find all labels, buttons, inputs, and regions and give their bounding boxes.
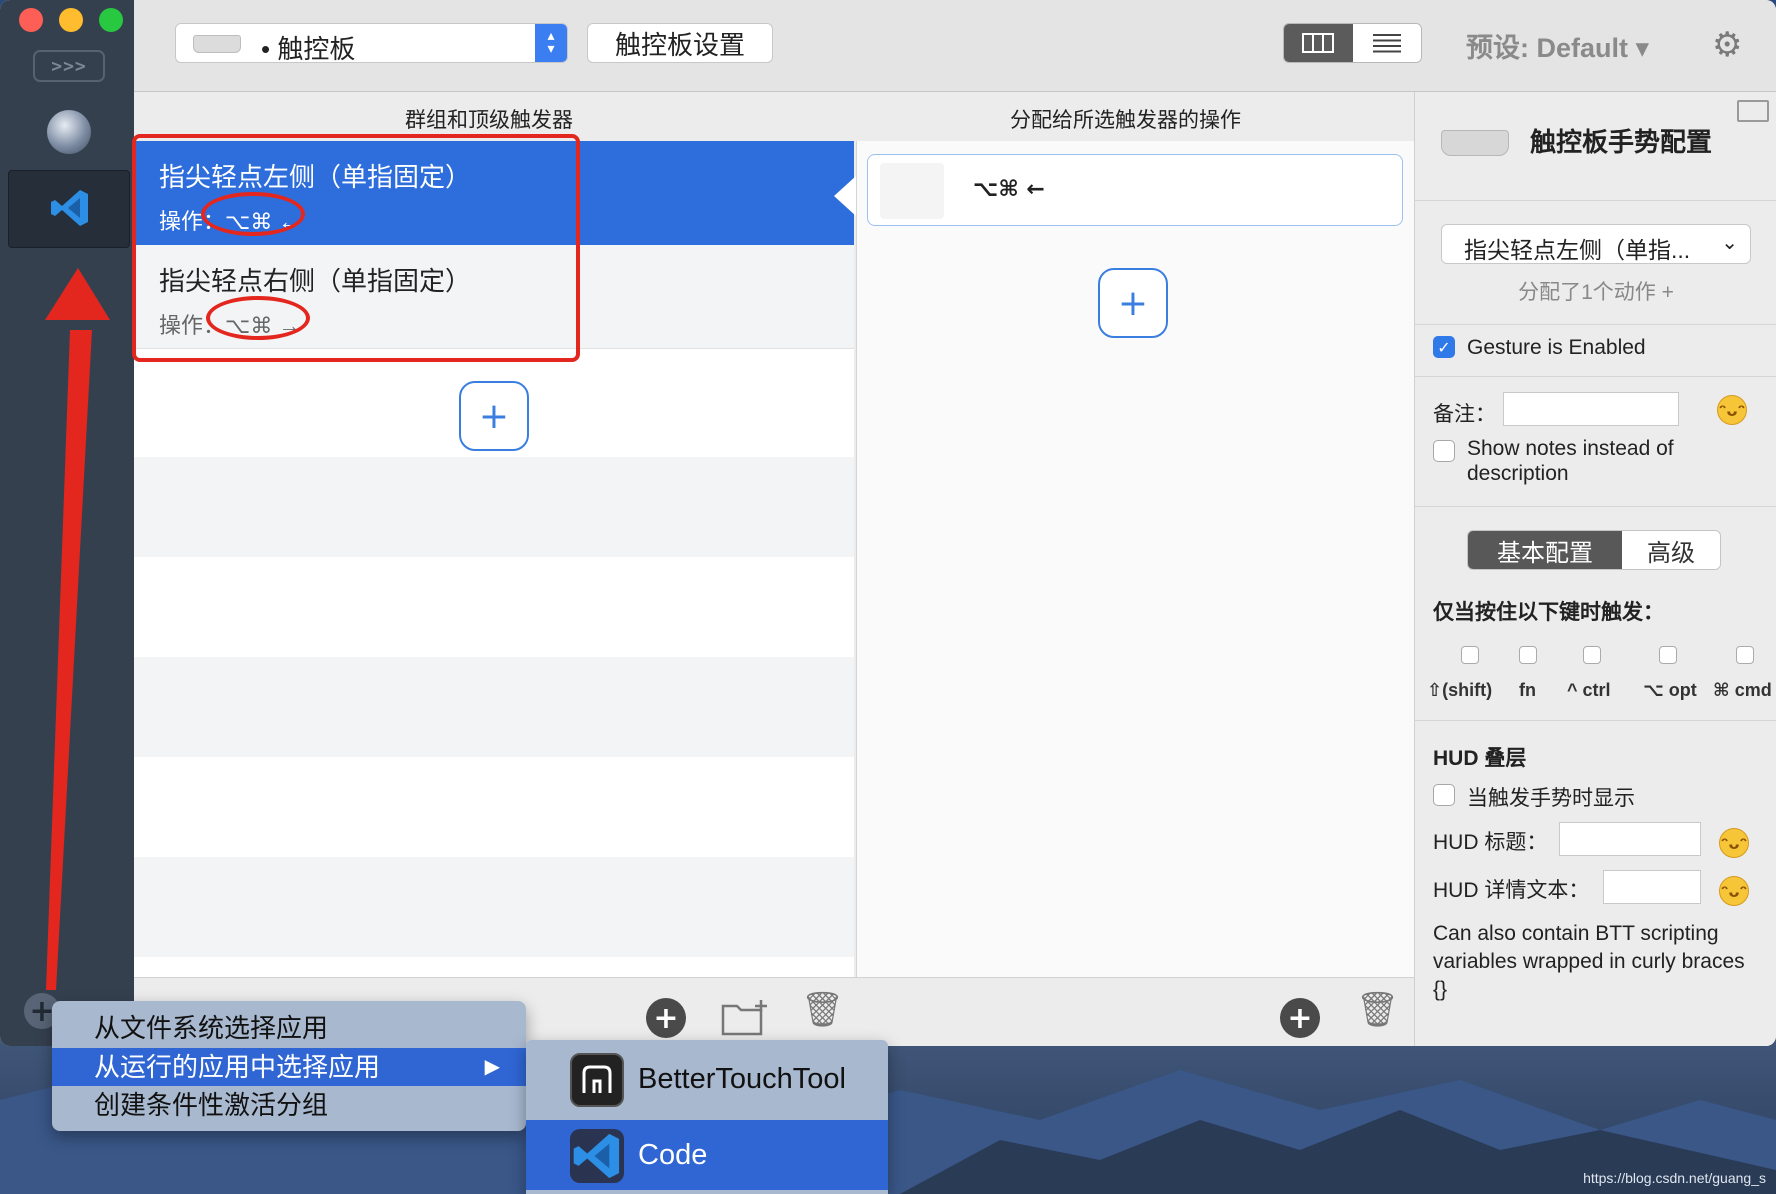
- cmd-label: ⌘ cmd: [1713, 680, 1772, 700]
- show-notes-checkbox[interactable]: [1433, 440, 1455, 462]
- gesture-select-value: 指尖轻点左侧（单指...: [1464, 237, 1691, 263]
- chevron-updown-icon: ▴ ▾: [535, 24, 567, 62]
- trash-icon[interactable]: 🗑: [801, 990, 844, 1030]
- view-mode-toggle[interactable]: [1283, 23, 1422, 63]
- add-action-icon[interactable]: +: [1280, 998, 1320, 1038]
- expand-sidebar-button[interactable]: >>>: [33, 50, 105, 82]
- menu-item-label: 从运行的应用中选择应用: [94, 1052, 381, 1082]
- shift-label: ⇧(shift): [1427, 680, 1493, 700]
- menu-item-choose-from-filesystem[interactable]: 从文件系统选择应用: [52, 1009, 526, 1047]
- vscode-icon: [51, 190, 88, 226]
- preset-selector[interactable]: 预设: Default ▾: [1466, 26, 1649, 65]
- annotation-arrow: [45, 268, 110, 990]
- add-trigger-icon[interactable]: +: [646, 998, 686, 1038]
- context-menu: 从文件系统选择应用 从运行的应用中选择应用 ▶ 创建条件性激活分组: [52, 1001, 526, 1131]
- emoji-picker-icon[interactable]: ᵔᴗᵔ: [1717, 395, 1747, 425]
- notes-input[interactable]: [1503, 392, 1679, 426]
- tab-advanced[interactable]: 高级: [1622, 531, 1720, 569]
- annotation-oval: [206, 296, 310, 340]
- list-stripe: [134, 657, 854, 757]
- config-tabs[interactable]: 基本配置 高级: [1467, 530, 1721, 570]
- list-stripe: [134, 857, 854, 957]
- inspector-panel: 触控板手势配置 指尖轻点左侧（单指... ⌄ 分配了1个动作 + ✓ Gestu…: [1414, 92, 1776, 1046]
- window-icon[interactable]: [1737, 100, 1769, 122]
- action-item[interactable]: ⌥⌘ ←: [867, 154, 1403, 226]
- watermark: https://blog.csdn.net/guang_s: [1583, 1170, 1766, 1186]
- trackpad-settings-button[interactable]: 触控板设置: [587, 23, 773, 63]
- assigned-actions-count[interactable]: 分配了1个动作 +: [1415, 276, 1776, 306]
- vscode-icon: [570, 1129, 624, 1183]
- actions-column: ⌥⌘ ← +: [856, 141, 1414, 977]
- hud-show-checkbox[interactable]: [1433, 784, 1455, 806]
- gesture-select[interactable]: 指尖轻点左侧（单指... ⌄: [1441, 224, 1751, 264]
- middle-column-header: 分配给所选触发器的操作: [1010, 109, 1241, 132]
- zoom-window-button[interactable]: [99, 8, 123, 32]
- btt-main-window: >>> + • 触控板 ▴ ▾ 触控板设置 预设: Default ▾ ⚙ 群组和…: [0, 0, 1776, 1046]
- submenu-item-label: Code: [638, 1138, 708, 1171]
- hud-title-input[interactable]: [1559, 822, 1701, 856]
- submenu-item-bettertouchtool[interactable]: BetterTouchTool: [526, 1044, 888, 1114]
- action-icon-placeholder: [880, 163, 944, 219]
- cmd-checkbox[interactable]: [1736, 646, 1754, 664]
- fn-label: fn: [1519, 680, 1536, 700]
- hud-show-label: 当触发手势时显示: [1467, 787, 1635, 810]
- ctrl-label: ^ ctrl: [1567, 680, 1611, 700]
- chevron-down-icon: ⌄: [1721, 230, 1738, 254]
- minimize-window-button[interactable]: [59, 8, 83, 32]
- gear-icon[interactable]: ⚙: [1712, 25, 1742, 65]
- submenu-item-label: BetterTouchTool: [638, 1062, 846, 1095]
- gesture-enabled-label: Gesture is Enabled: [1467, 336, 1646, 359]
- modifier-keys-heading: 仅当按住以下键时触发：: [1433, 601, 1664, 624]
- list-view-icon[interactable]: [1352, 24, 1421, 62]
- hud-section-heading: HUD 叠层: [1433, 747, 1527, 770]
- tab-basic[interactable]: 基本配置: [1468, 531, 1622, 569]
- action-shortcut: ⌥⌘ ←: [973, 177, 1045, 202]
- gesture-enabled-checkbox[interactable]: ✓: [1433, 336, 1455, 358]
- left-column-header: 群组和顶级触发器: [405, 109, 573, 132]
- inspector-title: 触控板手势配置: [1530, 127, 1713, 157]
- notes-label: 备注：: [1433, 403, 1496, 426]
- middle-bottom-bar: + 🗑: [856, 977, 1414, 1046]
- bettertouchtool-icon: [570, 1053, 624, 1107]
- emoji-picker-icon[interactable]: ᵔᴗᵔ: [1719, 828, 1749, 858]
- hud-detail-label: HUD 详情文本：: [1433, 879, 1590, 902]
- fn-checkbox[interactable]: [1519, 646, 1537, 664]
- running-apps-submenu: BetterTouchTool Code: [526, 1040, 888, 1194]
- app-sidebar: >>> +: [0, 0, 134, 1046]
- menu-item-conditional-group[interactable]: 创建条件性激活分组: [52, 1086, 526, 1124]
- emoji-picker-icon[interactable]: ᵔᴗᵔ: [1719, 876, 1749, 906]
- menu-item-label: 创建条件性激活分组: [94, 1090, 329, 1120]
- device-selector[interactable]: • 触控板 ▴ ▾: [175, 23, 568, 64]
- submenu-arrow-icon: ▶: [484, 1056, 500, 1078]
- annotation-box: [132, 134, 580, 362]
- opt-checkbox[interactable]: [1659, 646, 1677, 664]
- trackpad-icon: [1441, 130, 1509, 156]
- ctrl-checkbox[interactable]: [1583, 646, 1601, 664]
- submenu-item-code[interactable]: Code: [526, 1120, 888, 1190]
- trash-icon[interactable]: 🗑: [1356, 990, 1399, 1030]
- menu-item-label: 从文件系统选择应用: [94, 1013, 329, 1043]
- device-selector-label: • 触控板: [261, 34, 356, 64]
- global-app-icon[interactable]: [47, 110, 91, 154]
- trackpad-icon: [193, 35, 241, 53]
- hud-detail-input[interactable]: [1603, 870, 1701, 904]
- add-action-button[interactable]: +: [1098, 268, 1168, 338]
- close-window-button[interactable]: [19, 8, 43, 32]
- shift-checkbox[interactable]: [1461, 646, 1479, 664]
- column-view-icon[interactable]: [1284, 24, 1353, 62]
- hud-title-label: HUD 标题：: [1433, 831, 1548, 854]
- show-notes-label: Show notes instead of description: [1467, 437, 1674, 485]
- list-stripe: [134, 457, 854, 557]
- opt-label: ⌥ opt: [1643, 680, 1697, 700]
- selection-caret: [834, 176, 856, 216]
- btt-variables-note: Can also contain BTT scripting variables…: [1433, 922, 1745, 1001]
- menu-item-choose-from-running[interactable]: 从运行的应用中选择应用 ▶: [52, 1048, 526, 1086]
- annotation-oval: [201, 192, 305, 236]
- new-folder-icon[interactable]: [721, 998, 769, 1036]
- add-trigger-button[interactable]: +: [459, 381, 529, 451]
